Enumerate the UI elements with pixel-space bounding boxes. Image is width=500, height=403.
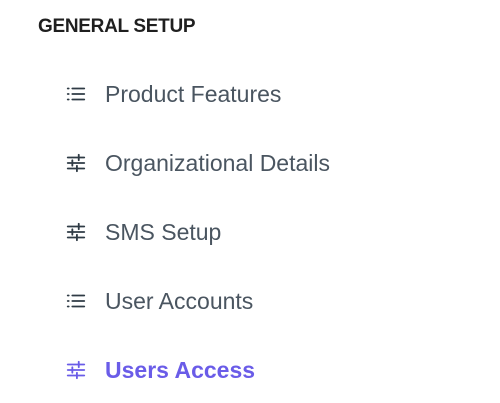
- sliders-icon: [64, 220, 88, 244]
- sliders-icon: [64, 358, 88, 382]
- general-setup-panel: GENERAL SETUP Product Features Organizat…: [0, 0, 500, 403]
- menu-item-users-access[interactable]: Users Access: [0, 335, 500, 403]
- menu-item-sms-setup[interactable]: SMS Setup: [0, 197, 500, 266]
- menu-item-label: SMS Setup: [105, 218, 222, 245]
- menu-item-label: User Accounts: [105, 287, 254, 314]
- menu-item-organizational-details[interactable]: Organizational Details: [0, 128, 500, 197]
- settings-menu: Product Features Organizational Details: [0, 59, 500, 403]
- menu-item-user-accounts[interactable]: User Accounts: [0, 266, 500, 335]
- list-icon: [64, 289, 88, 313]
- menu-item-product-features[interactable]: Product Features: [0, 59, 500, 128]
- section-title: GENERAL SETUP: [38, 16, 196, 37]
- menu-item-label: Users Access: [105, 356, 256, 383]
- menu-item-label: Product Features: [105, 80, 282, 107]
- list-icon: [64, 82, 88, 106]
- sliders-icon: [64, 151, 88, 175]
- menu-item-label: Organizational Details: [105, 149, 331, 176]
